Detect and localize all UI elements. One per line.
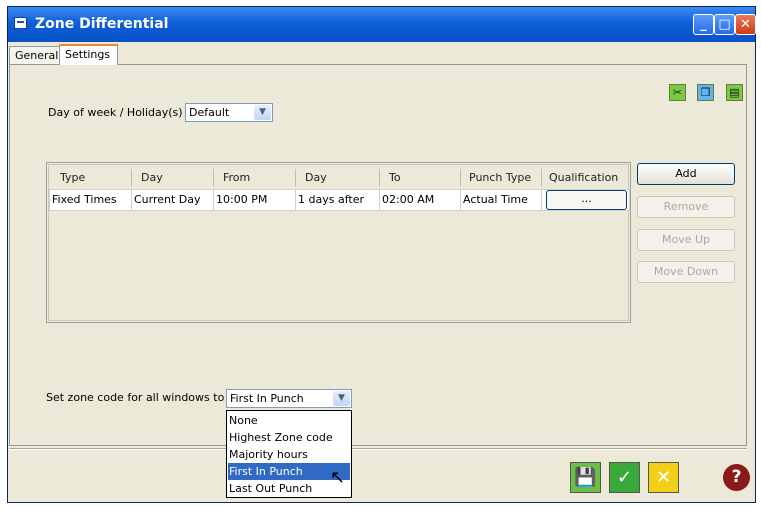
move-down-button[interactable]: Move Down (637, 261, 735, 283)
cancel-x-icon[interactable]: ✕ (648, 462, 679, 493)
cell-type[interactable]: Fixed Times (49, 189, 132, 211)
tab-general[interactable]: General (9, 46, 60, 64)
grid-body: Type Day From Day To Punch Type Qualific… (48, 164, 630, 321)
zone-grid: Type Day From Day To Punch Type Qualific… (46, 162, 631, 323)
paste-icon[interactable]: ▤ (726, 84, 743, 101)
qualification-button[interactable]: ... (546, 190, 627, 210)
column-divider (460, 169, 461, 187)
option-highest-zone-code[interactable]: Highest Zone code (228, 429, 350, 446)
close-icon[interactable]: ✕ (735, 14, 756, 35)
column-header-day-after[interactable]: Day (305, 168, 327, 188)
day-of-week-value: Default (189, 106, 230, 119)
option-none[interactable]: None (228, 412, 350, 429)
column-header-to[interactable]: To (389, 168, 401, 188)
zone-code-value: First In Punch (230, 392, 304, 405)
column-divider (379, 169, 380, 187)
maximize-icon[interactable]: □ (714, 14, 735, 35)
window-title: Zone Differential (35, 16, 169, 32)
save-as-icon[interactable]: 💾 (570, 462, 601, 493)
mouse-cursor-icon: ↖ (330, 467, 346, 488)
column-divider (295, 169, 296, 187)
tab-settings[interactable]: Settings (59, 44, 118, 65)
column-header-punch-type[interactable]: Punch Type (469, 168, 531, 188)
chevron-down-icon[interactable]: ▼ (333, 391, 350, 406)
column-header-qualification[interactable]: Qualification (549, 168, 618, 188)
cell-day[interactable]: Current Day (131, 189, 214, 211)
column-header-day[interactable]: Day (141, 168, 163, 188)
cell-day-after[interactable]: 1 days after (295, 189, 380, 211)
column-header-from[interactable]: From (223, 168, 250, 188)
chevron-down-icon[interactable]: ▼ (254, 105, 271, 120)
title-bar[interactable]: Zone Differential _ □ ✕ (8, 7, 756, 42)
help-icon[interactable]: ? (721, 462, 752, 493)
cell-from[interactable]: 10:00 PM (213, 189, 296, 211)
copy-icon[interactable]: ❐ (697, 84, 714, 101)
zone-code-dropdown-list[interactable]: None Highest Zone code Majority hours Fi… (226, 410, 352, 498)
cell-punch-type[interactable]: Actual Time (460, 189, 542, 211)
zone-code-label: Set zone code for all windows to (46, 391, 225, 404)
ok-check-icon[interactable]: ✓ (609, 462, 640, 493)
divider (9, 448, 747, 450)
column-divider (213, 169, 214, 187)
minimize-icon[interactable]: _ (693, 14, 714, 35)
zone-code-select[interactable]: First In Punch ▼ (226, 389, 352, 408)
add-button[interactable]: Add (637, 163, 735, 185)
window-icon (14, 17, 27, 30)
option-majority-hours[interactable]: Majority hours (228, 446, 350, 463)
move-up-button[interactable]: Move Up (637, 229, 735, 251)
column-divider (541, 169, 542, 187)
remove-button[interactable]: Remove (637, 196, 735, 218)
day-of-week-select[interactable]: Default ▼ (185, 103, 273, 122)
column-header-type[interactable]: Type (60, 168, 85, 188)
cut-icon[interactable]: ✂ (669, 84, 686, 101)
cell-to[interactable]: 02:00 AM (379, 189, 461, 211)
column-divider (131, 169, 132, 187)
day-of-week-label: Day of week / Holiday(s) (48, 106, 183, 119)
